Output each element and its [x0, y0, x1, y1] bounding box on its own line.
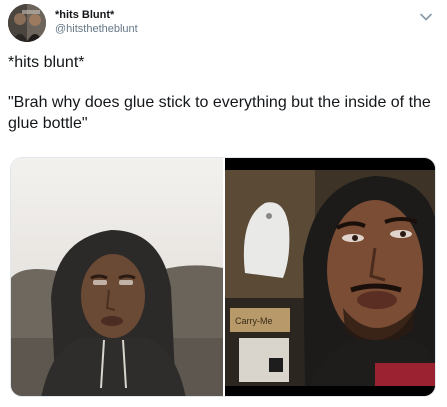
chevron-down-icon[interactable]: [419, 10, 433, 24]
tweet-header: *hits Blunt* @hitsthetheblunt: [8, 4, 439, 44]
avatar[interactable]: [8, 4, 46, 42]
tweet-media[interactable]: Carry-Me: [10, 157, 436, 397]
display-name[interactable]: *hits Blunt*: [55, 8, 138, 22]
tweet-text-line1: *hits blunt*: [8, 54, 85, 71]
carry-me-label: Carry-Me: [235, 316, 273, 326]
left-photo[interactable]: [11, 158, 223, 396]
right-photo[interactable]: Carry-Me: [225, 158, 435, 396]
user-handle[interactable]: @hitsthetheblunt: [55, 22, 138, 36]
tweet-text-line2: "Brah why does glue stick to everything …: [8, 94, 431, 132]
